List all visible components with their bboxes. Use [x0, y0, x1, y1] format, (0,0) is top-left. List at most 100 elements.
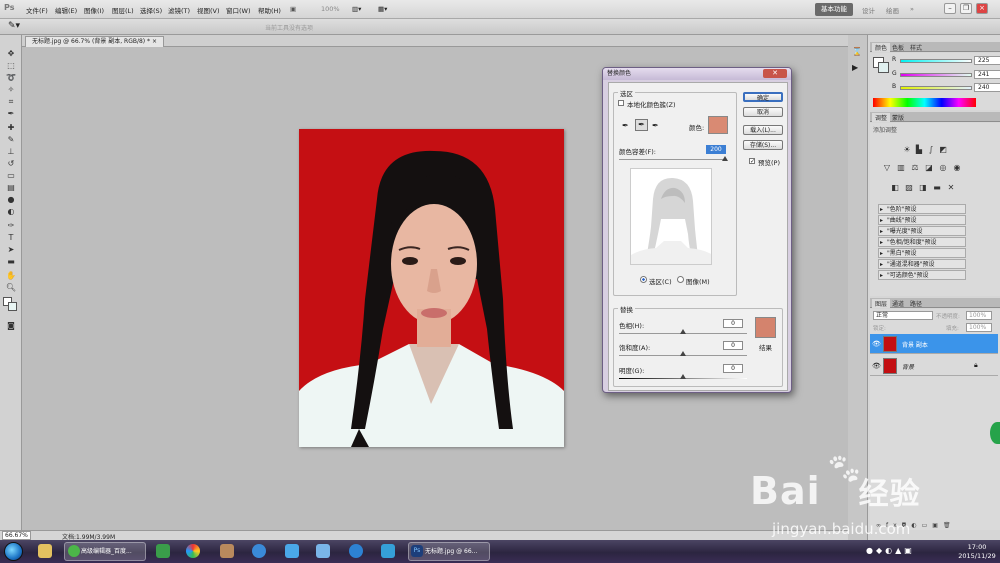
menu-edit[interactable]: 编辑(E) [55, 5, 77, 15]
side-widget[interactable] [990, 422, 1000, 444]
b-value[interactable]: 240 [974, 83, 1000, 92]
workspace-button[interactable]: 基本功能 [815, 3, 853, 16]
posterize-icon[interactable]: ▨ [904, 183, 914, 192]
quick-mask-icon[interactable]: ◙ [4, 321, 18, 331]
clone-stamp-icon[interactable]: ⊥ [4, 147, 18, 157]
bw-icon[interactable]: ◪ [924, 163, 934, 172]
vibrance-icon[interactable]: ▽ [882, 163, 892, 172]
hue-sat-icon[interactable]: ▥ [896, 163, 906, 172]
blur-tool-icon[interactable]: ● [4, 195, 18, 205]
path-select-icon[interactable]: ➤ [4, 245, 18, 255]
g-slider[interactable] [900, 73, 972, 77]
eraser-tool-icon[interactable]: ▭ [4, 171, 18, 181]
color-balance-icon[interactable]: ⚖ [910, 163, 920, 172]
zoom-level[interactable]: 100% [321, 5, 340, 13]
document-tab[interactable]: 无标题.jpg @ 66.7% (背景 副本, RGB/8) * × [25, 36, 165, 47]
start-button[interactable] [4, 542, 23, 561]
history-brush-icon[interactable]: ↺ [4, 159, 18, 169]
tray-icons[interactable]: ●◆◐▲▣ [866, 546, 915, 555]
sat-field[interactable]: 0 [723, 341, 743, 350]
move-tool-icon[interactable]: ✥ [4, 49, 18, 59]
preset-levels[interactable]: "色阶"预设 [878, 204, 966, 214]
app-icon-4[interactable] [349, 544, 363, 558]
screen-mode-icon[interactable]: ▦▾ [378, 5, 387, 13]
arrange-icon[interactable]: ▥▾ [352, 5, 361, 13]
menu-file[interactable]: 文件(F) [26, 5, 48, 15]
marquee-tool-icon[interactable]: ⬚ [4, 61, 18, 71]
opacity-field[interactable]: 100% [966, 311, 992, 320]
history-icon[interactable]: ⌛ [852, 47, 862, 56]
channel-mixer-icon[interactable]: ◉ [952, 163, 962, 172]
tab-channels[interactable]: 通道 [892, 299, 904, 308]
tolerance-knob[interactable] [722, 156, 728, 161]
tab-layers[interactable]: 图层 [872, 299, 891, 308]
radio-image[interactable] [677, 276, 684, 283]
menu-filter[interactable]: 滤镜(T) [168, 5, 190, 15]
layer-row-bg-copy[interactable]: 👁︎ 背景 副本 [870, 334, 998, 354]
gradient-map-icon[interactable]: ▬ [932, 183, 942, 192]
restore-button[interactable]: ❐ [960, 3, 972, 14]
tab-paths[interactable]: 路径 [910, 299, 922, 308]
actions-icon[interactable]: ▶ [852, 63, 858, 72]
light-knob[interactable] [680, 374, 686, 379]
levels-icon[interactable]: ▙ [914, 145, 924, 154]
eyedropper-plus-icon[interactable]: ✒ [635, 119, 648, 131]
preset-selective-color[interactable]: "可选颜色"预设 [878, 270, 966, 280]
menu-view[interactable]: 视图(V) [197, 5, 220, 15]
workspace-more[interactable]: » [910, 5, 914, 13]
hue-knob[interactable] [680, 329, 686, 334]
r-value[interactable]: 225 [974, 56, 1000, 65]
save-button[interactable]: 存储(S)... [743, 140, 783, 150]
fill-field[interactable]: 100% [966, 323, 992, 332]
bird-icon[interactable] [316, 544, 330, 558]
localized-checkbox[interactable] [618, 100, 624, 106]
lasso-tool-icon[interactable]: ➰ [4, 73, 18, 83]
menu-help[interactable]: 帮助(H) [258, 5, 281, 15]
healing-brush-icon[interactable]: ✚ [4, 123, 18, 133]
layer-row-background[interactable]: 👁︎ 背景 🔒︎ [870, 356, 998, 376]
color-bg-swatch[interactable] [878, 62, 889, 73]
result-color-swatch[interactable] [755, 317, 776, 338]
tab-swatches[interactable]: 色板 [892, 43, 904, 52]
selection-color-swatch[interactable] [708, 116, 728, 134]
document-image[interactable] [299, 129, 564, 447]
explorer-icon[interactable] [38, 544, 52, 558]
menu-image[interactable]: 图像(I) [84, 5, 104, 15]
selective-color-icon[interactable]: ✕ [946, 183, 956, 192]
preset-curves[interactable]: "曲线"预设 [878, 215, 966, 225]
blend-mode-select[interactable]: 正常 [873, 311, 933, 320]
eyedropper-icon[interactable]: ✒ [4, 109, 18, 119]
workspace-paint[interactable]: 绘画 [886, 5, 899, 15]
tab-masks[interactable]: 蒙版 [892, 113, 904, 122]
threshold-icon[interactable]: ◨ [918, 183, 928, 192]
color-spectrum[interactable] [873, 98, 976, 107]
photo-filter-icon[interactable]: ◎ [938, 163, 948, 172]
close-tab-icon[interactable]: × [152, 38, 157, 45]
background-color-swatch[interactable] [8, 302, 17, 311]
tolerance-field[interactable]: 200 [706, 145, 726, 154]
exposure-icon[interactable]: ◩ [938, 145, 948, 154]
preset-channel-mixer[interactable]: "通道混和器"预设 [878, 259, 966, 269]
invert-icon[interactable]: ◧ [890, 183, 900, 192]
tab-adjustments[interactable]: 调整 [872, 113, 891, 122]
g-value[interactable]: 241 [974, 70, 1000, 79]
preset-exposure[interactable]: "曝光度"预设 [878, 226, 966, 236]
b-slider[interactable] [900, 86, 972, 90]
tolerance-slider[interactable] [619, 159, 725, 160]
menu-window[interactable]: 窗口(W) [226, 5, 251, 15]
preview-checkbox[interactable]: ✓ [749, 158, 755, 165]
type-tool-icon[interactable]: T [4, 233, 18, 243]
app-icon-5[interactable] [381, 544, 395, 558]
tab-color[interactable]: 颜色 [872, 43, 891, 52]
zoom-tool-icon[interactable]: 🔍︎ [4, 283, 18, 293]
gradient-tool-icon[interactable]: ▤ [4, 183, 18, 193]
r-slider[interactable] [900, 59, 972, 63]
app-icon-3[interactable] [285, 544, 299, 558]
zoom-field[interactable]: 66.67% [2, 531, 31, 540]
ok-button[interactable]: 确定 [743, 92, 783, 102]
brightness-icon[interactable]: ☀ [902, 145, 912, 154]
visibility-eye-icon[interactable]: 👁︎ [872, 362, 881, 370]
cancel-button[interactable]: 取消 [743, 107, 783, 117]
hand-tool-icon[interactable]: ✋ [4, 271, 18, 281]
hue-field[interactable]: 0 [723, 319, 743, 328]
